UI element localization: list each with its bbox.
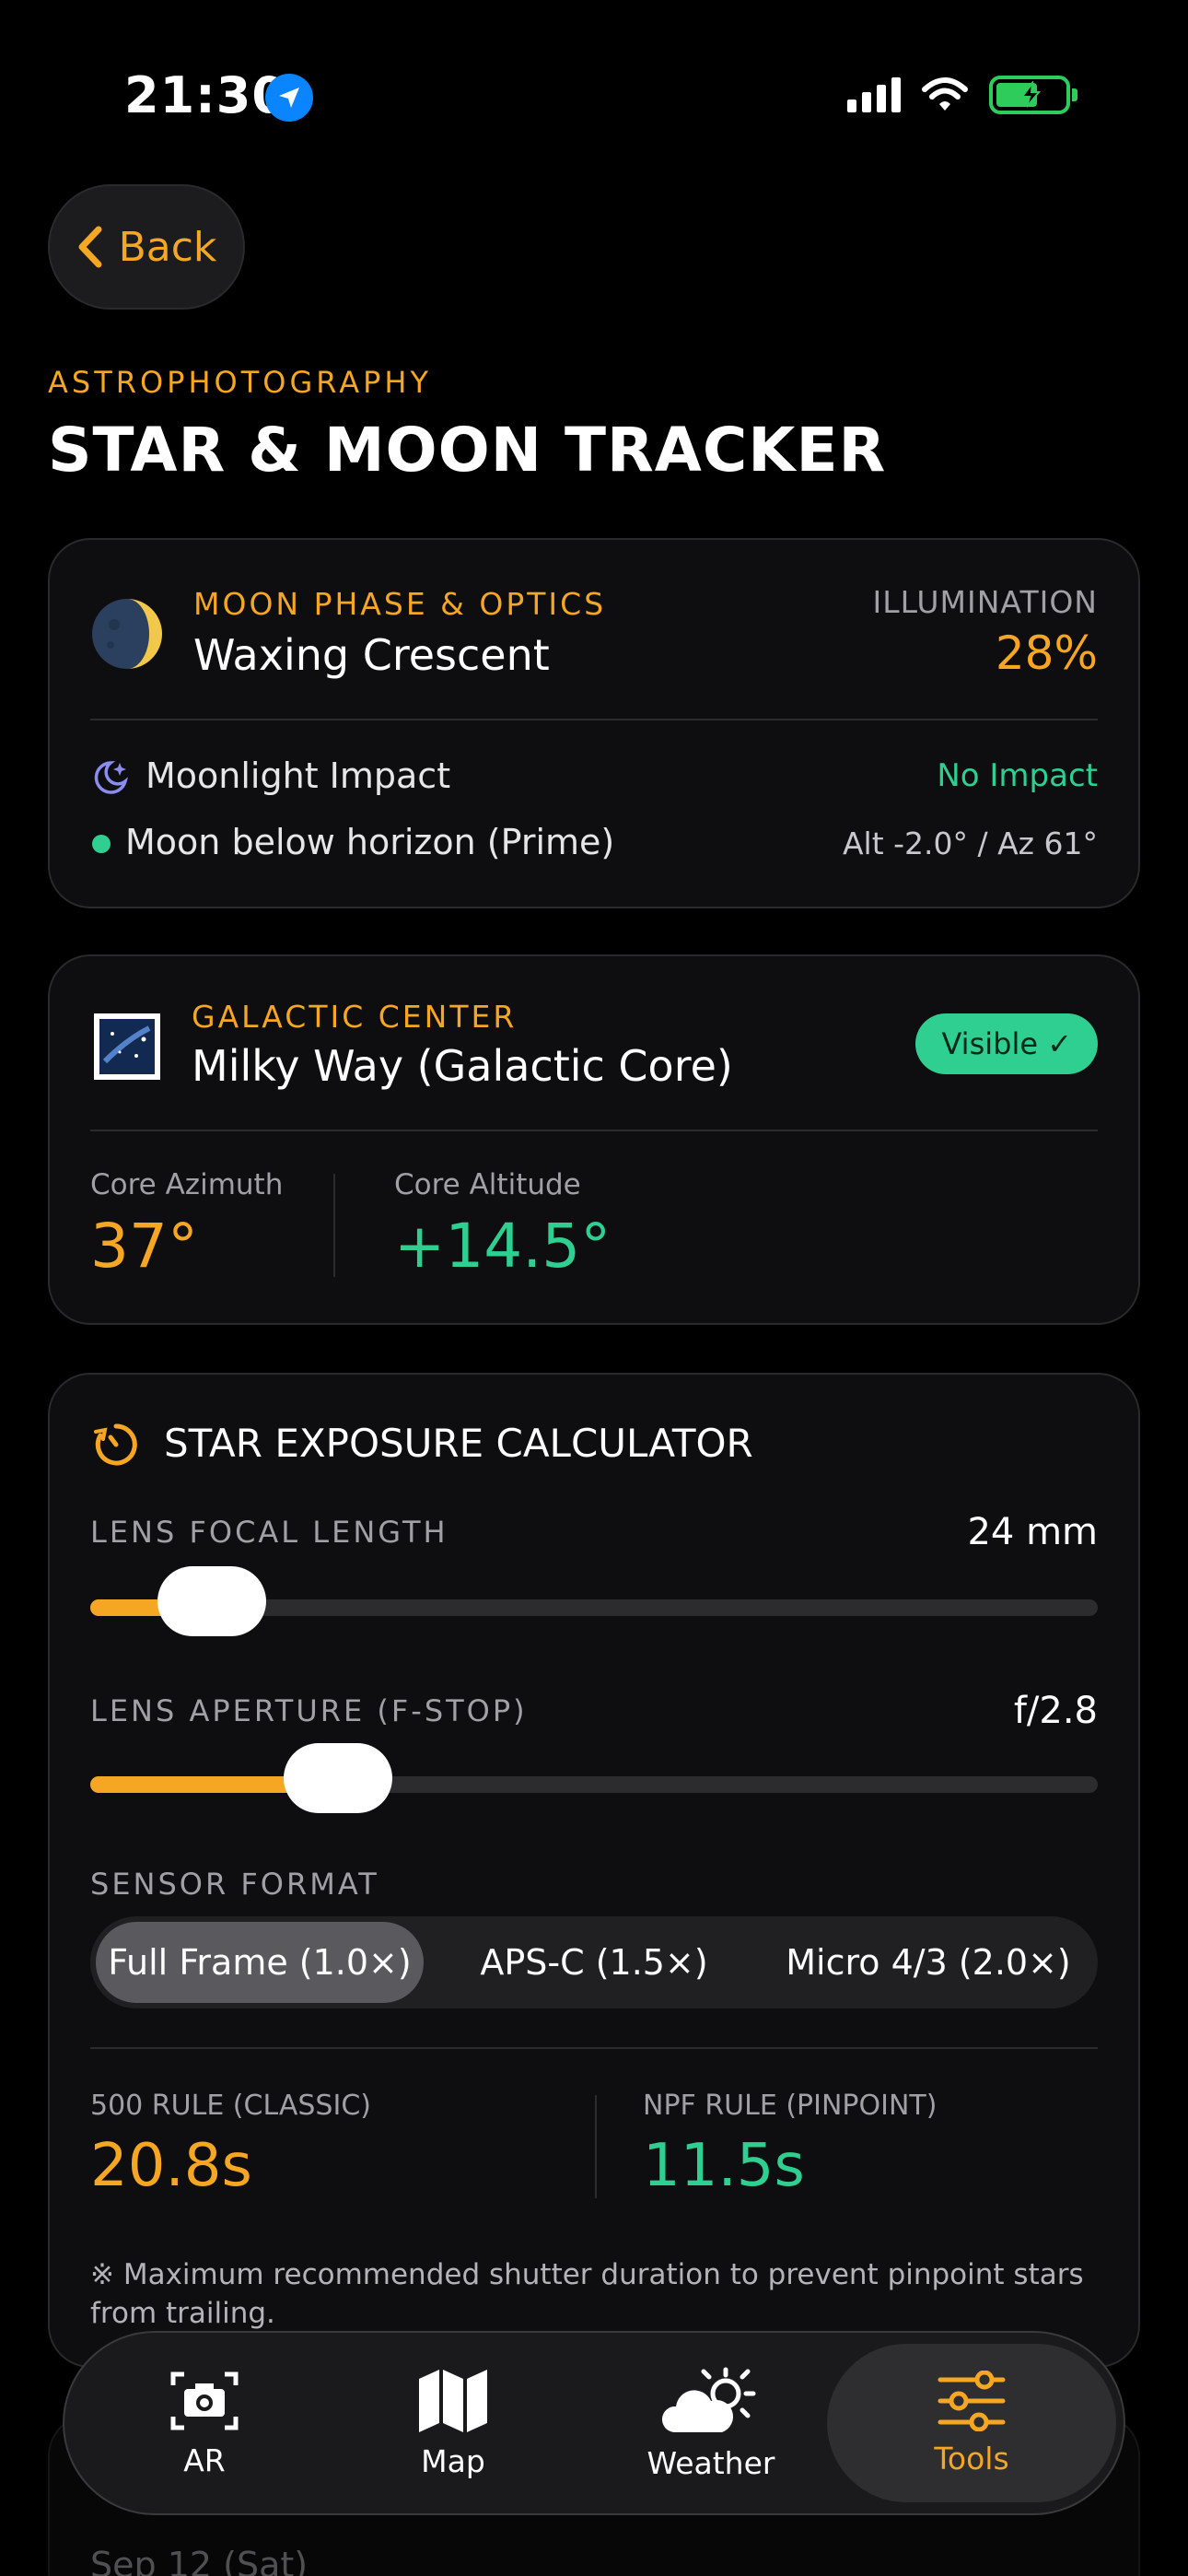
tab-ar[interactable]: AR [94, 2333, 315, 2513]
core-altitude-value: +14.5° [394, 1211, 611, 1282]
moon-phase-card: MOON PHASE & OPTICS Waxing Crescent ILLU… [48, 538, 1140, 908]
aperture-value: f/2.8 [1013, 1690, 1098, 1732]
camera-icon [170, 2371, 239, 2430]
tab-tools-label: Tools [934, 2440, 1009, 2476]
tab-bar: AR Map Weather Tools [63, 2331, 1125, 2515]
exposure-calculator-card: STAR EXPOSURE CALCULATOR LENS FOCAL LENG… [48, 1373, 1140, 2368]
focal-length-value: 24 mm [967, 1511, 1098, 1553]
sensor-format-label: SENSOR FORMAT [90, 1867, 379, 1902]
illumination-value: 28% [995, 626, 1098, 680]
exposure-note: ※ Maximum recommended shutter duration t… [90, 2258, 1084, 2330]
map-icon [419, 2369, 487, 2432]
event-date: Sep 12 (Sat) [90, 2545, 309, 2576]
weather-icon [661, 2367, 756, 2432]
rule500-value: 20.8s [90, 2132, 252, 2200]
tab-weather-label: Weather [646, 2444, 775, 2481]
page-title: STAR & MOON TRACKER [48, 415, 887, 486]
status-dot-icon [92, 835, 111, 853]
sensor-option-aps-c[interactable]: APS-C (1.5×) [433, 1922, 755, 2003]
sensor-option-micro-four-thirds[interactable]: Micro 4/3 (2.0×) [764, 1922, 1092, 2003]
focal-length-slider-thumb[interactable] [157, 1566, 266, 1636]
focal-length-slider[interactable] [90, 1566, 1098, 1636]
moon-icon [92, 599, 162, 669]
chevron-left-icon [78, 226, 102, 268]
sensor-format-selector[interactable]: Full Frame (1.0×) APS-C (1.5×) Micro 4/3… [90, 1916, 1098, 2008]
sensor-option-full-frame[interactable]: Full Frame (1.0×) [96, 1922, 424, 2003]
status-time: 21:30 [124, 66, 287, 124]
moonlight-impact-value: No Impact [937, 757, 1098, 794]
tab-map-label: Map [421, 2442, 485, 2479]
moon-card-label: MOON PHASE & OPTICS [193, 586, 607, 622]
location-arrow-icon [265, 74, 313, 122]
calculator-title: STAR EXPOSURE CALCULATOR [164, 1421, 753, 1466]
core-name: Milky Way (Galactic Core) [192, 1041, 733, 1091]
cellular-signal-icon [847, 77, 901, 112]
back-button[interactable]: Back [48, 184, 245, 310]
aperture-slider[interactable] [90, 1743, 1098, 1813]
core-azimuth-label: Core Azimuth [90, 1168, 284, 1201]
npf-label: NPF RULE (PINPOINT) [643, 2090, 938, 2122]
core-altitude-label: Core Altitude [394, 1168, 581, 1201]
back-button-label: Back [118, 223, 217, 271]
npf-value: 11.5s [643, 2132, 805, 2200]
sliders-icon [938, 2370, 1006, 2431]
moon-stars-icon [94, 761, 129, 794]
tab-weather[interactable]: Weather [591, 2333, 831, 2513]
tab-tools[interactable]: Tools [827, 2344, 1116, 2502]
moonlight-impact-label: Moonlight Impact [146, 755, 451, 796]
tab-map[interactable]: Map [343, 2333, 564, 2513]
moon-phase-name: Waxing Crescent [193, 630, 550, 680]
milky-way-icon [94, 1013, 160, 1080]
status-indicators [847, 72, 1077, 118]
battery-charging-icon [989, 76, 1077, 114]
tab-ar-label: AR [183, 2441, 226, 2478]
visible-badge: Visible ✓ [915, 1013, 1098, 1074]
core-azimuth-value: 37° [90, 1211, 198, 1282]
focal-length-label: LENS FOCAL LENGTH [90, 1515, 448, 1550]
aperture-slider-thumb[interactable] [284, 1743, 392, 1813]
aperture-label: LENS APERTURE (F-STOP) [90, 1693, 528, 1728]
moon-horizon-text: Moon below horizon (Prime) [125, 822, 615, 862]
rule500-label: 500 RULE (CLASSIC) [90, 2090, 371, 2122]
timer-icon [94, 1423, 137, 1466]
page-kicker: ASTROPHOTOGRAPHY [48, 365, 432, 400]
wifi-icon [922, 77, 968, 111]
galactic-core-card: GALACTIC CENTER Milky Way (Galactic Core… [48, 954, 1140, 1325]
moon-position: Alt -2.0° / Az 61° [842, 825, 1098, 861]
illumination-label: ILLUMINATION [872, 584, 1098, 620]
core-card-label: GALACTIC CENTER [192, 999, 518, 1035]
